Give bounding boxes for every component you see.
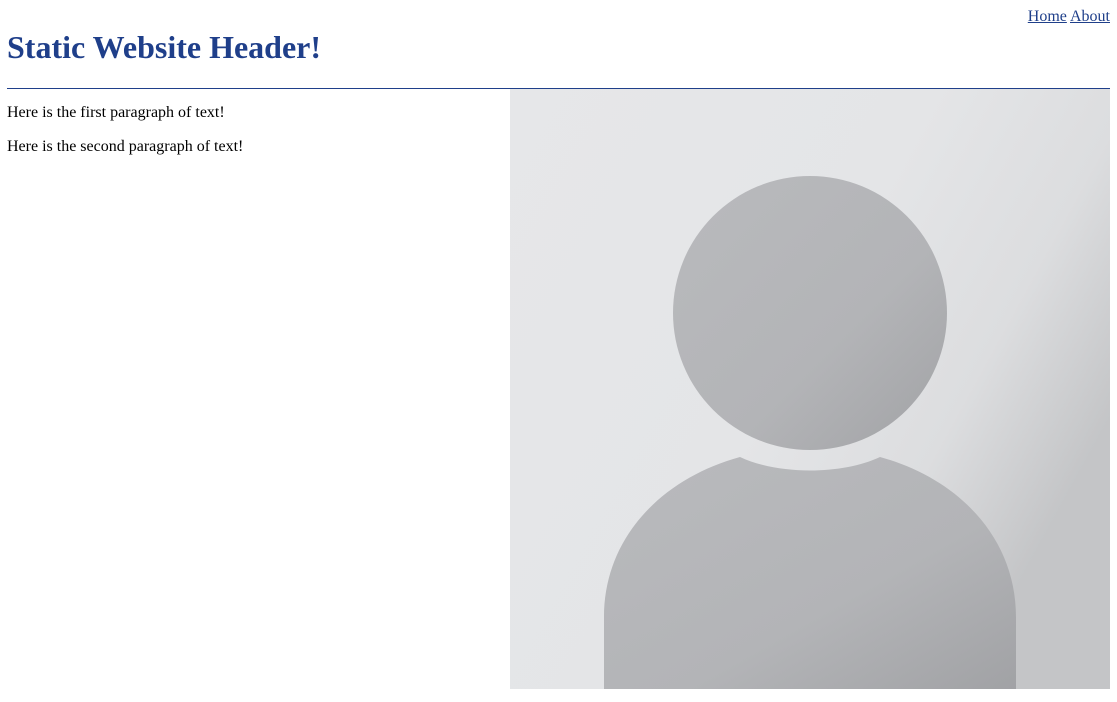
nav-link-home[interactable]: Home bbox=[1028, 8, 1067, 25]
user-silhouette-icon bbox=[510, 89, 1110, 689]
page: Home About Static Website Header! Here i… bbox=[0, 0, 1117, 702]
top-nav: Home About bbox=[1028, 8, 1110, 26]
nav-link-about[interactable]: About bbox=[1070, 8, 1110, 25]
page-title: Static Website Header! bbox=[7, 29, 322, 65]
avatar-head bbox=[673, 176, 947, 450]
paragraph-first: Here is the first paragraph of text! bbox=[7, 104, 225, 121]
paragraph-second: Here is the second paragraph of text! bbox=[7, 138, 244, 155]
main-content: Here is the first paragraph of text! Her… bbox=[7, 104, 497, 172]
